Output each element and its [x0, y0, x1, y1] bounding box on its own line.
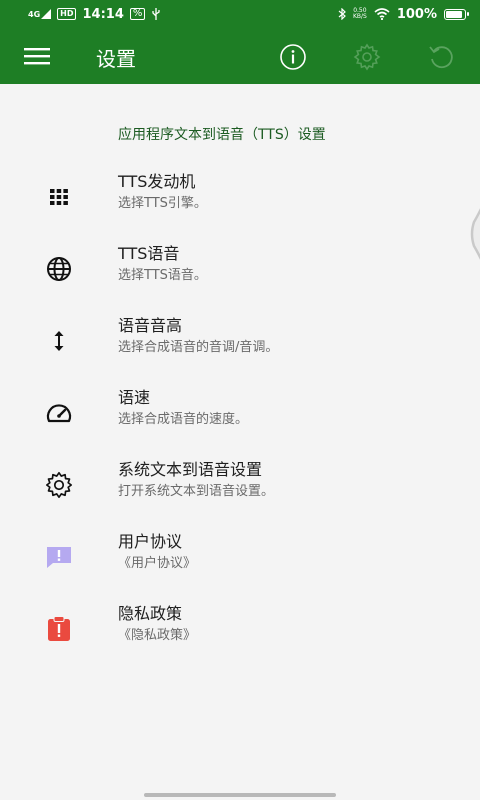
setting-tts-engine[interactable]: TTS发动机 选择TTS引擎。	[0, 168, 480, 228]
vertical-arrows-icon	[44, 326, 74, 356]
setting-user-agreement[interactable]: 用户协议 《用户协议》	[0, 528, 480, 588]
setting-title: 语速	[118, 388, 151, 407]
setting-title: 系统文本到语音设置	[118, 460, 263, 479]
usb-icon	[152, 8, 161, 20]
settings-list: 应用程序文本到语音（TTS）设置 TTS发动机 选择TTS引擎。 TTS语音 选…	[0, 84, 480, 800]
setting-speech-rate[interactable]: 语速 选择合成语音的速度。	[0, 384, 480, 444]
setting-subtitle: 选择合成语音的速度。	[118, 412, 249, 427]
clock: 14:14	[82, 6, 124, 22]
network-speed: 0.50 KB/S	[352, 7, 367, 20]
setting-subtitle: 《用户协议》	[118, 556, 197, 571]
notification-icon: %	[129, 8, 146, 20]
hamburger-menu-icon[interactable]	[24, 45, 52, 67]
battery-icon	[444, 8, 469, 20]
setting-subtitle: 选择合成语音的音调/音调。	[118, 340, 279, 355]
setting-subtitle: 《隐私政策》	[118, 628, 197, 643]
battery-percent: 100%	[396, 6, 437, 22]
speedometer-icon	[44, 398, 74, 428]
wifi-icon	[374, 8, 390, 20]
page-title: 设置	[96, 47, 136, 71]
signal-icon: 4G	[28, 9, 52, 19]
gear-icon[interactable]	[352, 42, 382, 72]
globe-icon	[44, 254, 74, 284]
setting-voice-pitch[interactable]: 语音音高 选择合成语音的音调/音调。	[0, 312, 480, 372]
setting-tts-voice[interactable]: TTS语音 选择TTS语音。	[0, 240, 480, 300]
setting-title: TTS发动机	[118, 172, 196, 191]
setting-title: 语音音高	[118, 316, 183, 335]
setting-subtitle: 选择TTS语音。	[118, 268, 207, 283]
app-toolbar: 设置	[0, 28, 480, 84]
setting-system-tts[interactable]: 系统文本到语音设置 打开系统文本到语音设置。	[0, 456, 480, 516]
battery-level-fill	[446, 10, 462, 18]
info-icon[interactable]	[278, 42, 308, 72]
setting-privacy-policy[interactable]: 隐私政策 《隐私政策》	[0, 600, 480, 660]
gesture-navigation-bar[interactable]	[144, 793, 336, 797]
status-bar: 4G HD 14:14 % 0.50 KB/S 100%	[0, 0, 480, 28]
settings-gear-icon	[44, 470, 74, 500]
bluetooth-icon	[338, 8, 346, 20]
setting-title: TTS语音	[118, 244, 180, 263]
network-type: 4G	[28, 10, 41, 19]
refresh-icon[interactable]	[426, 42, 456, 72]
setting-title: 隐私政策	[118, 604, 183, 623]
hd-badge: HD	[57, 8, 77, 20]
section-title: 应用程序文本到语音（TTS）设置	[118, 127, 326, 143]
feedback-alert-icon	[44, 542, 74, 572]
grid-icon	[44, 182, 74, 212]
clipboard-alert-icon	[44, 614, 74, 644]
edge-swipe-handle[interactable]	[468, 194, 480, 274]
setting-subtitle: 打开系统文本到语音设置。	[118, 484, 275, 499]
setting-title: 用户协议	[118, 532, 183, 551]
setting-subtitle: 选择TTS引擎。	[118, 196, 207, 211]
